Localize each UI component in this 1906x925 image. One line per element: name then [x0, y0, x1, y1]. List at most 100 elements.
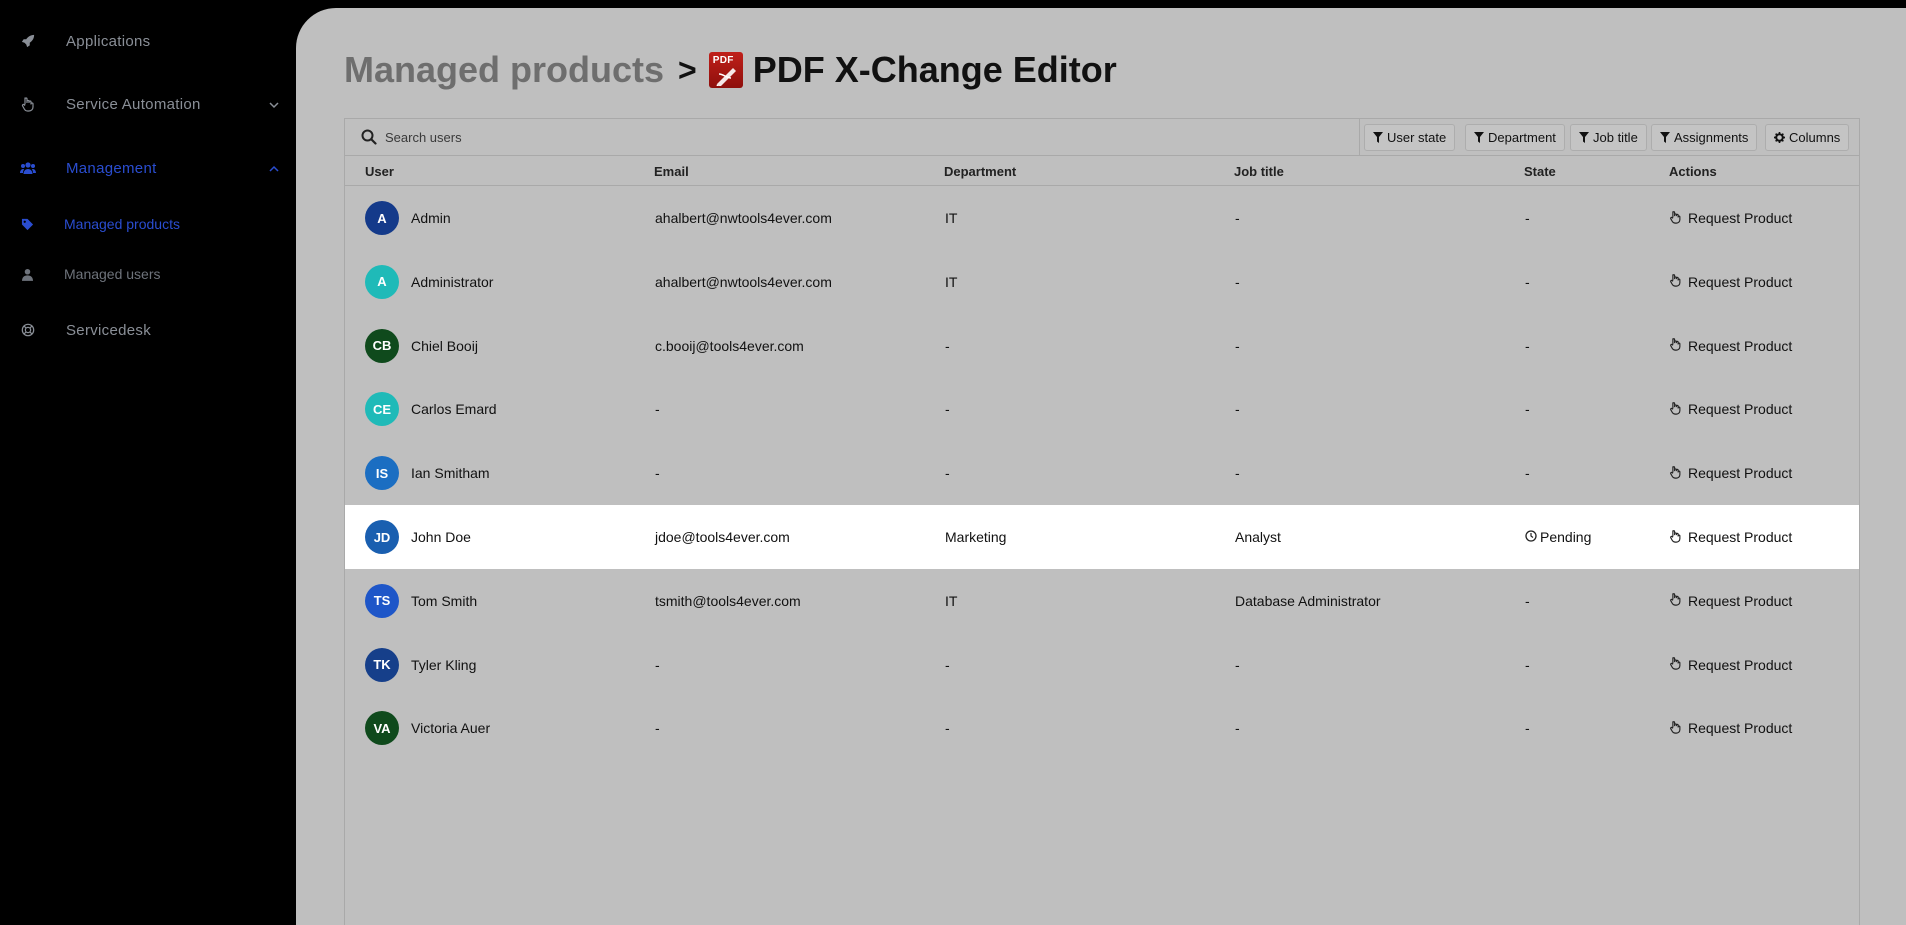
user-department: - [945, 401, 950, 418]
column-header-user[interactable]: User [365, 164, 394, 179]
columns-button[interactable]: Columns [1765, 124, 1850, 151]
avatar: A [365, 264, 399, 299]
request-product-button[interactable]: Request Product [1669, 314, 1792, 378]
request-product-label: Request Product [1688, 720, 1793, 737]
user-state-filter-button[interactable]: User state [1364, 124, 1456, 151]
user-job-title: Analyst [1235, 529, 1281, 545]
column-header-email[interactable]: Email [654, 164, 689, 179]
table-row[interactable]: JD John Doe jdoe@tools4ever.com Marketing An… [345, 505, 1859, 569]
user-job-title: - [1235, 210, 1240, 226]
user-email: c.booij@tools4ever.com [655, 337, 804, 354]
sidebar-item-managed-users[interactable]: Managed users [0, 258, 296, 290]
user-department: - [945, 720, 950, 737]
breadcrumb-managed-products[interactable]: Managed products [344, 49, 664, 91]
columns-label: Columns [1789, 130, 1841, 145]
user-state: - [1525, 210, 1530, 226]
column-header-job-title[interactable]: Job title [1234, 164, 1284, 179]
sidebar-item-label: Applications [66, 32, 151, 50]
table-row[interactable]: IS Ian Smitham - - - - Request Product [345, 441, 1859, 505]
request-product-label: Request Product [1688, 273, 1793, 290]
avatar: JD [365, 520, 399, 554]
user-state: - [1525, 656, 1530, 673]
request-product-button[interactable]: Request Product [1669, 250, 1792, 314]
user-job-title: - [1235, 720, 1240, 737]
request-product-button[interactable]: Request Product [1669, 377, 1792, 441]
user-name: Tyler Kling [411, 656, 477, 673]
column-header-state[interactable]: State [1524, 164, 1556, 179]
toolbar-divider [1359, 119, 1360, 156]
chevron-up-icon[interactable] [268, 162, 280, 174]
job-title-filter-button[interactable]: Job title [1570, 124, 1647, 151]
user-job-title: Database Administrator [1235, 592, 1381, 609]
user-name: John Doe [411, 529, 471, 545]
hand-pointer-icon [1669, 210, 1688, 227]
status-label: Pending [1540, 529, 1592, 545]
sidebar: Applications Service Automation Manageme… [0, 0, 296, 925]
search-input[interactable] [385, 125, 1145, 149]
table-row[interactable]: TS Tom Smith tsmith@tools4ever.com IT Databa… [345, 569, 1859, 633]
hand-pointer-icon [1669, 720, 1688, 737]
table-header: User Email Department Job title State Ac… [345, 156, 1859, 186]
table-row[interactable]: CE Carlos Emard - - - - Request Product [345, 377, 1859, 441]
request-product-button[interactable]: Request Product [1669, 696, 1792, 760]
lifebuoy-icon [20, 322, 36, 338]
user-name: Victoria Auer [411, 720, 491, 737]
user-job-title: - [1235, 401, 1240, 418]
sidebar-subitem-label: Managed users [64, 266, 161, 282]
user-email: jdoe@tools4ever.com [655, 529, 790, 545]
table-row[interactable]: TK Tyler Kling - - - - Request Product [345, 633, 1859, 697]
search-icon [361, 129, 379, 147]
department-filter-button[interactable]: Department [1465, 124, 1565, 151]
chevron-down-icon[interactable] [268, 98, 280, 110]
breadcrumb-separator: > [678, 51, 697, 88]
user-state: - [1525, 465, 1530, 482]
user-name: Administrator [411, 273, 494, 290]
request-product-button[interactable]: Request Product [1669, 186, 1792, 250]
user-icon [20, 267, 34, 281]
hand-pointer-icon [1669, 401, 1688, 418]
user-department: IT [945, 592, 958, 609]
table-row[interactable]: A Admin ahalbert@nwtools4ever.com IT - - Reque… [345, 186, 1859, 250]
hand-pointer-icon [1669, 273, 1688, 290]
request-product-button[interactable]: Request Product [1669, 441, 1792, 505]
request-product-button[interactable]: Request Product [1669, 569, 1792, 633]
avatar: TK [365, 647, 399, 682]
avatar: TS [365, 583, 399, 618]
sidebar-item-applications[interactable]: Applications [0, 21, 296, 61]
user-department: - [945, 337, 950, 354]
user-state: - [1525, 337, 1530, 354]
sidebar-item-service-automation[interactable]: Service Automation [0, 84, 296, 124]
user-name: Carlos Emard [411, 401, 497, 418]
user-job-title: - [1235, 337, 1240, 354]
table-row[interactable]: A Administrator ahalbert@nwtools4ever.com I… [345, 250, 1859, 314]
sidebar-item-management[interactable]: Management [0, 148, 296, 188]
avatar: IS [365, 456, 399, 491]
request-product-button[interactable]: Request Product [1669, 505, 1792, 569]
user-name: Ian Smitham [411, 465, 490, 482]
table-row[interactable]: VA Victoria Auer - - - - Request Product [345, 696, 1859, 760]
user-state: - [1525, 401, 1530, 418]
sidebar-item-servicedesk[interactable]: Servicedesk [0, 310, 296, 350]
user-state: - [1525, 273, 1530, 290]
filter-label: User state [1387, 130, 1447, 145]
user-job-title: - [1235, 656, 1240, 673]
user-email: - [655, 465, 660, 482]
request-product-button[interactable]: Request Product [1669, 633, 1792, 697]
user-name: Admin [411, 210, 451, 226]
user-department: IT [945, 210, 958, 226]
breadcrumb-current: PDF X-Change Editor [752, 49, 1117, 90]
filter-icon [1579, 132, 1589, 143]
assignments-filter-button[interactable]: Assignments [1651, 124, 1758, 151]
table-toolbar: User state Department Job title Assignme… [345, 119, 1859, 156]
request-product-label: Request Product [1688, 592, 1793, 609]
avatar: CB [365, 328, 399, 363]
column-header-department[interactable]: Department [944, 164, 1016, 179]
sidebar-item-managed-products[interactable]: Managed products [0, 208, 296, 240]
table-row[interactable]: CB Chiel Booij c.booij@tools4ever.com - - - Re… [345, 314, 1859, 378]
avatar: CE [365, 392, 399, 427]
rocket-icon [20, 33, 36, 49]
users-icon [20, 160, 36, 176]
user-department: Marketing [945, 529, 1007, 545]
user-state: - [1525, 720, 1530, 737]
gear-icon [1774, 132, 1785, 143]
